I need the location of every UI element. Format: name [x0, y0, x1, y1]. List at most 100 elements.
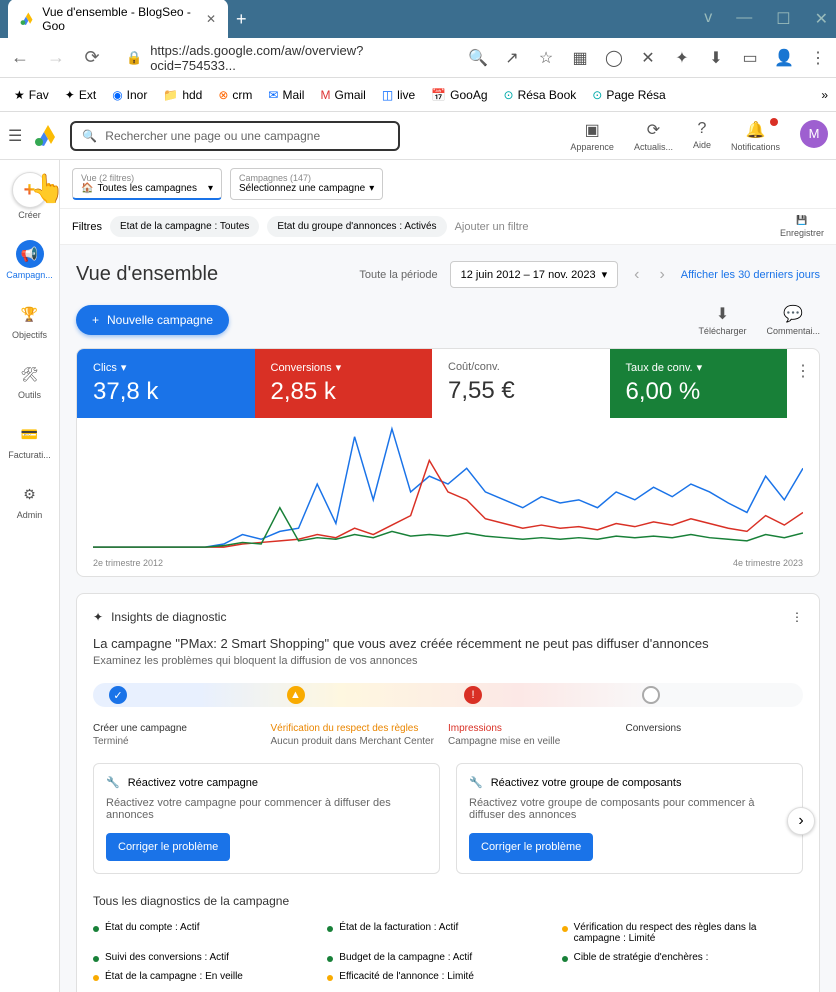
ext-icon[interactable]: ◯	[604, 48, 624, 68]
chevron-down-icon: ▾	[336, 361, 342, 374]
bookmark-ext[interactable]: ✦Ext	[59, 84, 102, 106]
bookmark-gmail[interactable]: MGmail	[314, 84, 371, 106]
app-header: ☰ 🔍 Rechercher une page ou une campagne …	[0, 112, 836, 160]
bookmark-fav[interactable]: ★Fav	[8, 84, 55, 106]
bookmark-gooag[interactable]: 📅GooAg	[425, 84, 493, 106]
appearance-button[interactable]: ▣Apparence	[570, 120, 614, 152]
period-label: Toute la période	[359, 269, 437, 281]
bookmark-hdd[interactable]: 📁hdd	[157, 84, 208, 106]
search-input[interactable]: 🔍 Rechercher une page ou une campagne	[70, 121, 400, 151]
view-dropdown[interactable]: Vue (2 filtres) 🏠Toutes les campagnes▾	[72, 168, 222, 200]
browser-titlebar: Vue d'ensemble - BlogSeo - Goo ✕ + v — ☐…	[0, 0, 836, 38]
new-tab-button[interactable]: +	[236, 9, 247, 30]
filter-chip-adgroup[interactable]: Etat du groupe d'annonces : Activés	[267, 216, 446, 237]
address-bar: ← → ⟳ 🔒 https://ads.google.com/aw/overvi…	[0, 38, 836, 78]
prev-period-button[interactable]: ‹	[630, 262, 643, 288]
diagnostic-item: Efficacité de l'annonce : Limité	[327, 967, 561, 986]
notifications-button[interactable]: 🔔Notifications	[731, 120, 780, 152]
menu-icon[interactable]: ☰	[8, 126, 22, 146]
tile-cost[interactable]: Coût/conv. 7,55 €	[432, 349, 610, 418]
trophy-icon: 🏆	[15, 300, 43, 328]
chevron-down-icon: ▾	[697, 361, 703, 374]
help-button[interactable]: ?Aide	[693, 120, 711, 152]
sidebar-tools[interactable]: 🛠 Outils	[12, 356, 48, 404]
step-verify: Vérification du respect des règles Aucun…	[271, 723, 449, 747]
tile-clicks[interactable]: Clics ▾ 37,8 k	[77, 349, 255, 418]
tile-conversions[interactable]: Conversions ▾ 2,85 k	[255, 349, 433, 418]
progress-bar: ✓ ▲ !	[93, 683, 803, 707]
profile-icon[interactable]: 👤	[774, 48, 794, 68]
sidebar-billing[interactable]: 💳 Facturati...	[4, 416, 55, 464]
bookmark-inor[interactable]: ◉Inor	[106, 84, 153, 106]
minimize-icon[interactable]: —	[736, 9, 752, 29]
status-dot	[93, 956, 99, 962]
ext-icon[interactable]: ▦	[570, 48, 590, 68]
campaign-dropdown[interactable]: Campagnes (147) Sélectionnez une campagn…	[230, 168, 383, 200]
sidebar-objectives[interactable]: 🏆 Objectifs	[8, 296, 51, 344]
status-dot	[93, 926, 99, 932]
menu-icon[interactable]: ⋮	[808, 48, 828, 68]
close-window-icon[interactable]: ✕	[815, 9, 828, 29]
insights-title: Insights de diagnostic	[111, 610, 226, 624]
status-dot	[327, 926, 333, 932]
filter-chip-state[interactable]: Etat de la campagne : Toutes	[110, 216, 259, 237]
card-menu-icon[interactable]: ⋮	[787, 349, 819, 418]
search-icon[interactable]: 🔍	[468, 48, 488, 68]
avatar[interactable]: M	[800, 120, 828, 148]
status-dot	[562, 956, 568, 962]
url-text: https://ads.google.com/aw/overview?ocid=…	[150, 43, 446, 73]
wrench-icon: 🔧	[106, 776, 120, 789]
url-field[interactable]: 🔒 https://ads.google.com/aw/overview?oci…	[116, 37, 456, 79]
next-period-button[interactable]: ›	[655, 262, 668, 288]
bookmark-pageresa[interactable]: ⊙Page Résa	[586, 84, 671, 106]
sparkle-icon: ✦	[93, 610, 103, 624]
google-ads-icon	[20, 11, 34, 27]
new-campaign-button[interactable]: + Nouvelle campagne	[76, 305, 229, 335]
bookmarks-overflow[interactable]: »	[821, 88, 828, 102]
megaphone-icon: 📢	[16, 240, 44, 268]
refresh-button[interactable]: ⟳Actualis...	[634, 120, 673, 152]
fix-button-1[interactable]: Corriger le problème	[106, 833, 230, 861]
reload-button[interactable]: ⟳	[80, 47, 104, 68]
bookmark-crm[interactable]: ⊗crm	[212, 84, 258, 106]
ext-icon[interactable]: ✕	[638, 48, 658, 68]
bookmark-live[interactable]: ◫live	[376, 84, 421, 106]
tile-rate[interactable]: Taux de conv. ▾ 6,00 %	[610, 349, 788, 418]
sidebar-admin[interactable]: ⚙ Admin	[12, 476, 48, 524]
date-range-picker[interactable]: 12 juin 2012 – 17 nov. 2023 ▾	[450, 261, 619, 288]
card-menu-icon[interactable]: ⋮	[791, 610, 803, 624]
search-icon: 🔍	[82, 129, 97, 143]
maximize-icon[interactable]: ☐	[776, 9, 790, 29]
close-tab-icon[interactable]: ✕	[206, 12, 216, 26]
error-icon: !	[464, 686, 482, 704]
back-button[interactable]: ←	[8, 47, 32, 68]
browser-tab[interactable]: Vue d'ensemble - BlogSeo - Goo ✕	[8, 0, 228, 39]
forward-button[interactable]: →	[44, 47, 68, 68]
warning-icon: ▲	[287, 686, 305, 704]
share-icon[interactable]: ↗	[502, 48, 522, 68]
diagnostics-list: État du compte : ActifÉtat de la factura…	[93, 918, 803, 986]
bookmark-mail[interactable]: ✉Mail	[262, 84, 310, 106]
save-button[interactable]: 💾Enregistrer	[780, 215, 824, 238]
plus-icon: +	[92, 313, 99, 327]
circle-icon	[642, 686, 660, 704]
next-card-button[interactable]: ›	[787, 807, 815, 835]
sidebar-campaigns[interactable]: 📢 Campagn...	[2, 236, 57, 284]
star-icon[interactable]: ☆	[536, 48, 556, 68]
minimize-icon[interactable]: v	[704, 9, 712, 29]
step-conversions: Conversions	[626, 723, 804, 747]
download-button[interactable]: ⬇Télécharger	[698, 304, 746, 336]
diagnostic-item: État de la campagne : En veille	[93, 967, 327, 986]
diagnostics-title: Tous les diagnostics de la campagne	[93, 894, 803, 908]
download-icon[interactable]: ⬇	[706, 48, 726, 68]
extensions-icon[interactable]: ✦	[672, 48, 692, 68]
bookmark-resabook[interactable]: ⊙Résa Book	[498, 84, 583, 106]
reading-icon[interactable]: ▭	[740, 48, 760, 68]
add-filter-link[interactable]: Ajouter un filtre	[455, 221, 529, 233]
step-impressions: Impressions Campagne mise en veille	[448, 723, 626, 747]
insights-sub: Examinez les problèmes qui bloquent la d…	[93, 655, 803, 667]
diagnostic-item: Suivi des conversions : Actif	[93, 948, 327, 967]
comments-button[interactable]: 💬Commentai...	[766, 304, 820, 336]
last-30-days-link[interactable]: Afficher les 30 derniers jours	[681, 269, 820, 281]
fix-button-2[interactable]: Corriger le problème	[469, 833, 593, 861]
